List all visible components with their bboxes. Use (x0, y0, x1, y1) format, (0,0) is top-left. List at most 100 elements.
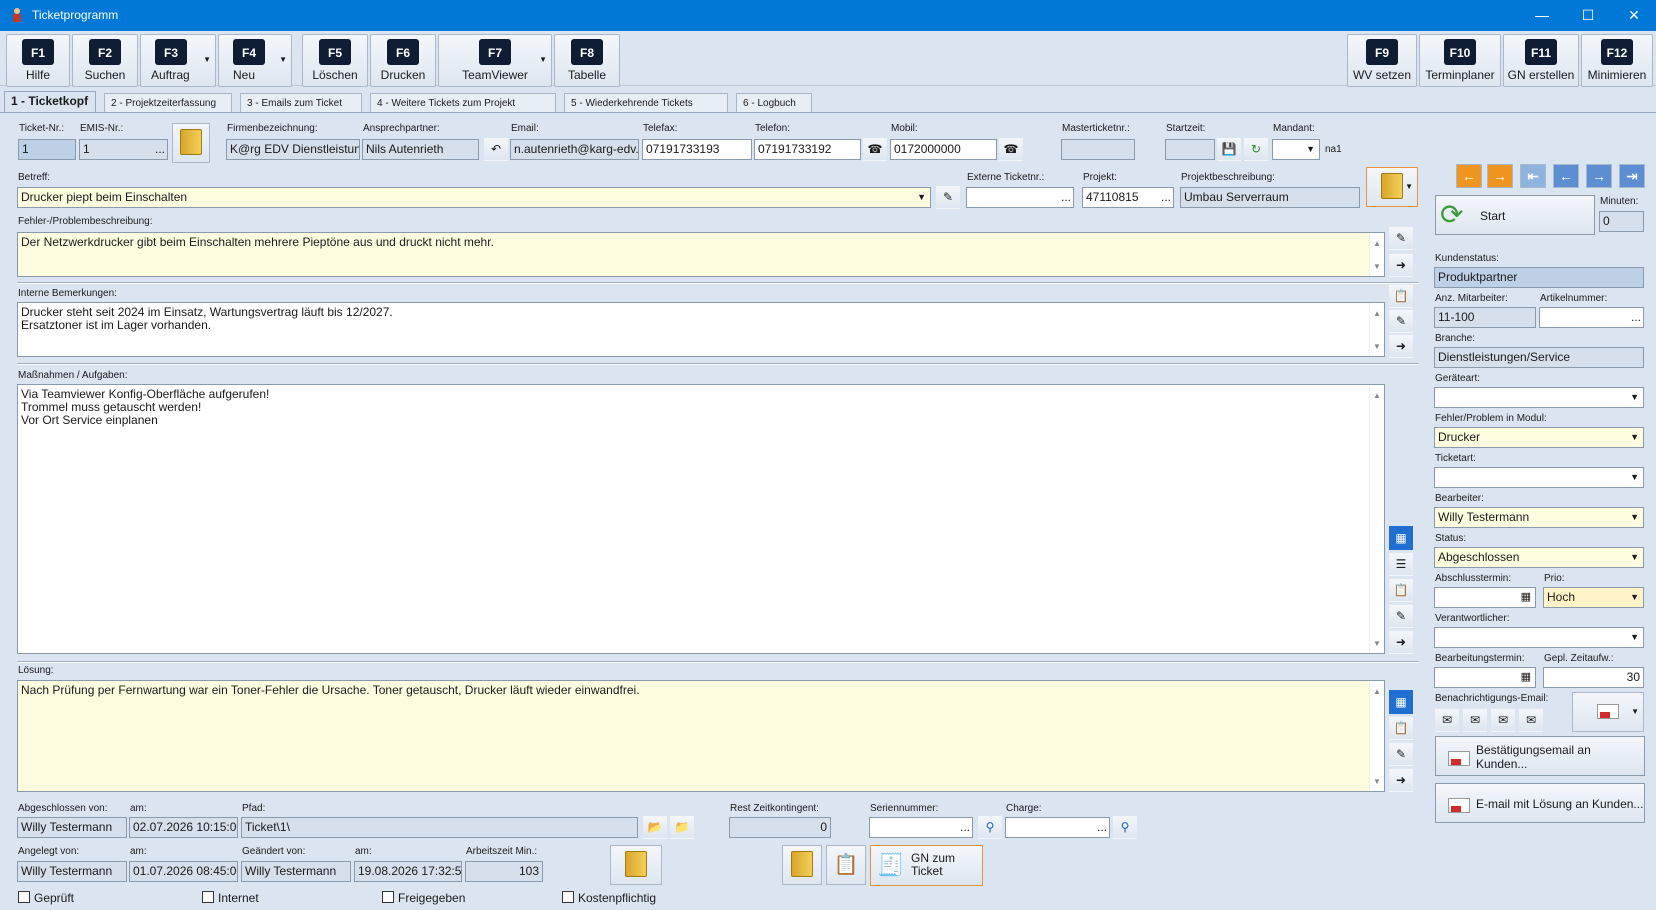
pfad-field[interactable]: Ticket\1\ (241, 817, 638, 838)
ticket-nr-field[interactable]: 1 (18, 139, 76, 160)
mail-notify-icon[interactable]: ✉ (1463, 708, 1487, 732)
ellipsis-icon[interactable]: ... (960, 818, 970, 837)
abgeschlossen-am-field[interactable]: 02.07.2026 10:15:00 (129, 817, 238, 838)
spellcheck-icon[interactable]: ✎ (936, 185, 960, 209)
firma-field[interactable]: K@rg EDV Dienstleistungen (226, 139, 360, 160)
excel-icon[interactable]: ▦ (1389, 526, 1413, 550)
minimize-button[interactable]: — (1519, 0, 1565, 31)
f5-delete-button[interactable]: F5 Löschen (302, 34, 368, 87)
ansprechpartner-field[interactable]: Nils Autenrieth (362, 139, 479, 160)
save-icon[interactable]: 💾 (1217, 137, 1241, 161)
geaendert-von-field[interactable]: Willy Testermann (241, 861, 351, 882)
clipboard-icon[interactable]: 📋 (1389, 284, 1413, 308)
geprueft-checkbox[interactable] (18, 891, 30, 903)
modul-select[interactable]: Drucker ▼ (1434, 427, 1644, 448)
calendar-icon[interactable]: ▦ (1521, 668, 1531, 687)
f8-table-button[interactable]: F8 Tabelle (554, 34, 620, 87)
email-template-button[interactable]: ▼ (1572, 692, 1644, 732)
f1-help-button[interactable]: F1 Hilfe (6, 34, 70, 87)
ellipsis-icon[interactable]: ... (1161, 188, 1171, 207)
internet-checkbox[interactable] (202, 891, 214, 903)
emis-nr-field[interactable]: 1... (79, 139, 168, 160)
ticketart-select[interactable]: ▼ (1434, 467, 1644, 488)
search-icon[interactable]: ⚲ (1113, 815, 1137, 839)
artikelnummer-field[interactable]: ... (1539, 307, 1644, 328)
nav-prev-icon[interactable]: ← (1553, 164, 1579, 188)
massnahmen-scrollbar[interactable]: ▲ ▼ (1369, 385, 1384, 653)
f2-search-button[interactable]: F2 Suchen (72, 34, 138, 87)
contact-folder-button[interactable] (782, 845, 822, 885)
angelegt-von-field[interactable]: Willy Testermann (17, 861, 127, 882)
chevron-down-icon[interactable]: ▼ (539, 55, 547, 64)
refresh-icon[interactable]: ↻ (1244, 137, 1268, 161)
telefax-field[interactable]: 07191733193 (642, 139, 752, 160)
mobil-field[interactable]: 0172000000 (890, 139, 997, 160)
f3-order-button[interactable]: F3 Auftrag ▼ (140, 34, 216, 87)
branche-field[interactable]: Dienstleistungen/Service (1434, 347, 1644, 368)
minuten-field[interactable]: 0 (1599, 211, 1644, 232)
ellipsis-icon[interactable]: ... (1061, 188, 1071, 207)
prio-select[interactable]: Hoch ▼ (1543, 587, 1644, 608)
ellipsis-icon[interactable]: ... (1097, 818, 1107, 837)
kostenpflichtig-checkbox[interactable] (562, 891, 574, 903)
bearbeiter-select[interactable]: Willy Testermann ▼ (1434, 507, 1644, 528)
masterticket-field[interactable] (1061, 139, 1135, 160)
splitter[interactable] (17, 661, 1419, 663)
clipboard-icon[interactable]: 📋 (1389, 716, 1413, 740)
startzeit-field[interactable] (1165, 139, 1215, 160)
loesung-scrollbar[interactable]: ▲ ▼ (1369, 681, 1384, 791)
f7-teamviewer-button[interactable]: F7 TeamViewer ▼ (438, 34, 552, 87)
transfer-icon[interactable]: ➜ (1389, 768, 1413, 792)
project-folder-button[interactable]: ▼ (1366, 167, 1418, 207)
nav-last-icon[interactable]: ⇥ (1619, 164, 1645, 188)
excel-icon[interactable]: ▦ (1389, 690, 1413, 714)
search-icon[interactable]: ⚲ (978, 815, 1002, 839)
clipboard-button[interactable]: 📋 (826, 845, 866, 885)
charge-field[interactable]: ... (1005, 817, 1110, 838)
mail-notify-icon[interactable]: ✉ (1519, 708, 1543, 732)
ellipsis-icon[interactable]: ... (1631, 308, 1641, 327)
massnahmen-textarea[interactable]: Via Teamviewer Konfig-Oberfläche aufgeru… (17, 384, 1385, 654)
start-timer-button[interactable]: ⟳ Start (1435, 195, 1595, 235)
chevron-down-icon[interactable]: ▼ (279, 55, 287, 64)
f11-gn-button[interactable]: F11 GN erstellen (1503, 34, 1579, 87)
transfer-icon[interactable]: ➜ (1389, 630, 1413, 654)
gn-zum-ticket-button[interactable]: 🧾 GN zum Ticket (870, 845, 983, 886)
freigegeben-checkbox[interactable] (382, 891, 394, 903)
rest-zeit-field[interactable]: 0 (729, 817, 831, 838)
fehler-scrollbar[interactable]: ▲ ▼ (1369, 233, 1384, 276)
calendar-icon[interactable]: ▦ (1521, 588, 1531, 607)
abschlusstermin-field[interactable]: ▦ (1434, 587, 1536, 608)
arbeitszeit-field[interactable]: 103 (465, 861, 543, 882)
spellcheck-icon[interactable]: ✎ (1389, 604, 1413, 628)
nav-prev-orange-icon[interactable]: ← (1456, 164, 1482, 188)
undo-icon[interactable]: ↶ (484, 137, 508, 161)
loesung-textarea[interactable]: Nach Prüfung per Fernwartung war ein Ton… (17, 680, 1385, 792)
projektbeschreibung-field[interactable]: Umbau Serverraum (1180, 187, 1360, 208)
seriennummer-field[interactable]: ... (869, 817, 973, 838)
intern-scrollbar[interactable]: ▲ ▼ (1369, 303, 1384, 356)
bestaetigung-button[interactable]: Bestätigungsemail an Kunden... (1435, 736, 1645, 776)
splitter[interactable] (17, 363, 1419, 365)
status-select[interactable]: Abgeschlossen ▼ (1434, 547, 1644, 568)
tab-ticketkopf[interactable]: 1 - Ticketkopf (4, 91, 96, 113)
close-button[interactable]: ✕ (1611, 0, 1656, 31)
telefon-field[interactable]: 07191733192 (754, 139, 861, 160)
phone-dial-icon[interactable]: ☎ (863, 137, 887, 161)
transfer-icon[interactable]: ➜ (1389, 253, 1413, 277)
f4-new-button[interactable]: F4 Neu ▼ (218, 34, 292, 87)
spellcheck-icon[interactable]: ✎ (1389, 226, 1413, 250)
f10-scheduler-button[interactable]: F10 Terminplaner (1419, 34, 1501, 87)
fehler-textarea[interactable]: Der Netzwerkdrucker gibt beim Einschalte… (17, 232, 1385, 277)
zeitaufw-field[interactable]: 30 (1543, 667, 1644, 688)
nav-first-icon[interactable]: ⇤ (1520, 164, 1546, 188)
spellcheck-icon[interactable]: ✎ (1389, 309, 1413, 333)
projekt-field[interactable]: 47110815... (1082, 187, 1174, 208)
email-field[interactable]: n.autenrieth@karg-edv.de (510, 139, 639, 160)
folder-browse-icon[interactable]: 📁 (670, 815, 694, 839)
nav-next-orange-icon[interactable]: → (1487, 164, 1513, 188)
f6-print-button[interactable]: F6 Drucken (370, 34, 436, 87)
abgeschlossen-von-field[interactable]: Willy Testermann (17, 817, 127, 838)
angelegt-am-field[interactable]: 01.07.2026 08:45:00 (129, 861, 238, 882)
transfer-icon[interactable]: ➜ (1389, 334, 1413, 358)
